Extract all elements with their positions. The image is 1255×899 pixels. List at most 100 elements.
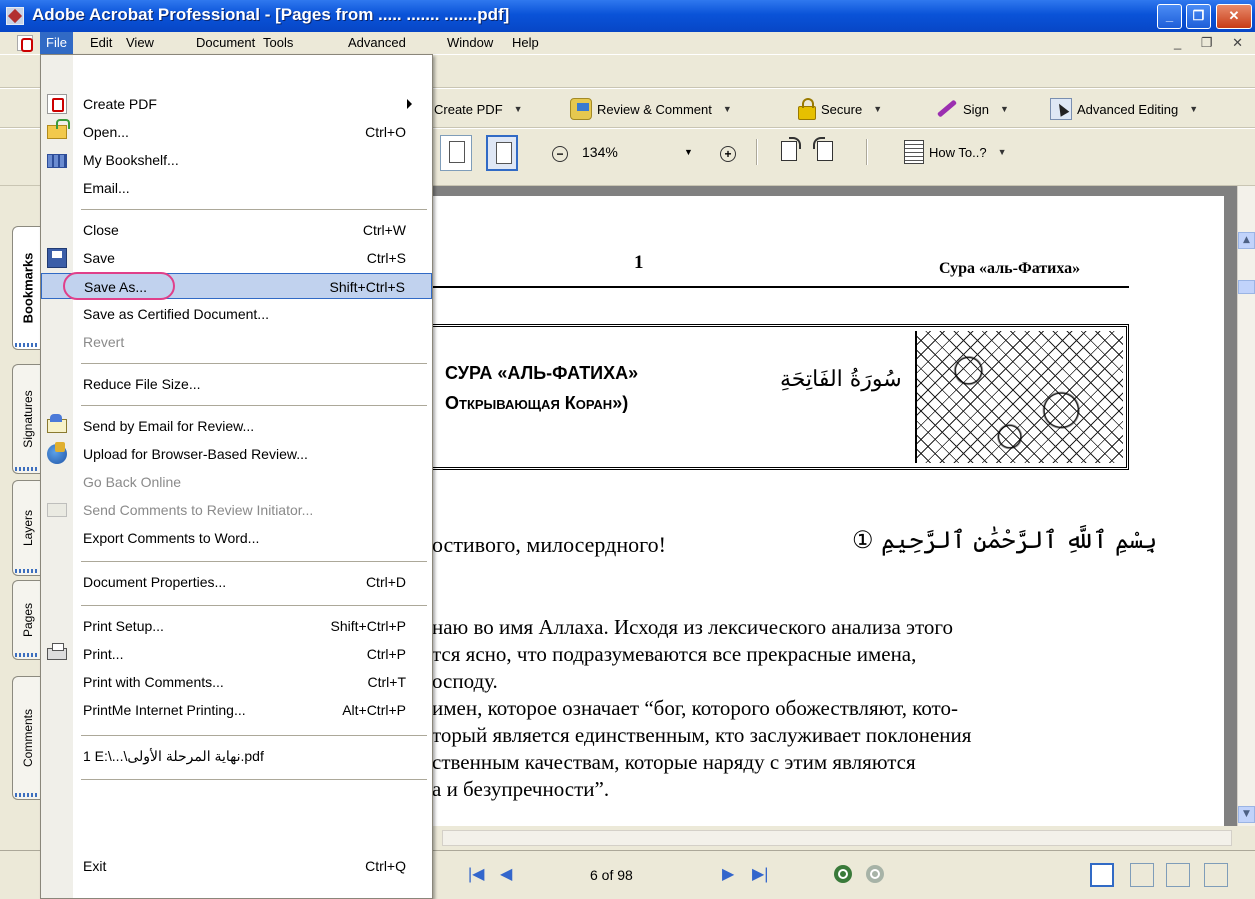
- acrobat-app-icon[interactable]: [6, 7, 24, 25]
- menu-item-label: Save: [83, 250, 115, 266]
- last-page-icon[interactable]: ▶|: [752, 865, 768, 885]
- vertical-scrollbar[interactable]: ▲ ▼: [1237, 186, 1255, 826]
- menu-item-save-as-certified[interactable]: Save as Certified Document...: [41, 301, 432, 327]
- menu-item-print-setup[interactable]: Print Setup... Shift+Ctrl+P: [41, 613, 432, 639]
- tab-signatures[interactable]: Signatures: [12, 364, 42, 474]
- previous-view-icon[interactable]: [834, 865, 852, 883]
- document-window-controls[interactable]: _ ❐ ✕: [1174, 32, 1251, 54]
- zoom-level-field[interactable]: 134%: [578, 141, 698, 163]
- tab-pages[interactable]: Pages: [12, 580, 42, 660]
- maximize-button[interactable]: ❐: [1186, 4, 1211, 29]
- facing-layout-icon[interactable]: [1204, 863, 1228, 887]
- menu-item-exit[interactable]: Exit Ctrl+Q: [41, 853, 432, 879]
- create-pdf-label: Create PDF: [434, 101, 503, 117]
- menu-document[interactable]: Document: [190, 32, 261, 54]
- tab-layers[interactable]: Layers: [12, 480, 42, 576]
- body-line: торый является единственным, кто заслужи…: [432, 723, 972, 747]
- zoom-in-icon[interactable]: +: [720, 146, 736, 162]
- secure-button[interactable]: Secure ▼: [798, 97, 882, 121]
- scroll-down-icon[interactable]: ▼: [1238, 806, 1255, 823]
- tab-comments-label: Comments: [20, 708, 35, 768]
- scroll-up-icon[interactable]: ▲: [1238, 232, 1255, 249]
- globe-upload-icon: [47, 442, 67, 464]
- next-page-icon[interactable]: ▶: [722, 865, 734, 885]
- menu-item-label: Document Properties...: [83, 574, 227, 590]
- lock-icon: [798, 98, 816, 120]
- menu-item-save[interactable]: Save Ctrl+S: [41, 245, 432, 271]
- menu-file[interactable]: File: [40, 32, 73, 54]
- menu-item-print[interactable]: Print... Ctrl+P: [41, 641, 432, 667]
- tab-grip-icon: [15, 793, 39, 797]
- menu-item-reduce-file-size[interactable]: Reduce File Size...: [41, 371, 432, 397]
- menu-item-label: Save As...: [84, 279, 148, 295]
- horizontal-scrollbar[interactable]: [442, 830, 1232, 846]
- menu-item-email[interactable]: Email...: [41, 175, 432, 201]
- previous-page-icon[interactable]: ◀: [500, 865, 512, 885]
- first-page-icon[interactable]: |◀: [468, 865, 484, 885]
- tab-grip-icon: [15, 467, 39, 471]
- scroll-thumb[interactable]: [1238, 280, 1255, 294]
- menu-item-print-with-comments[interactable]: Print with Comments... Ctrl+T: [41, 669, 432, 695]
- menu-item-open[interactable]: Open... Ctrl+O: [41, 119, 432, 145]
- menu-item-go-back-online: Go Back Online: [41, 469, 432, 495]
- tab-comments[interactable]: Comments: [12, 676, 42, 800]
- banner-arabic-title: سُورَةُ الفَاتِحَةِ: [780, 367, 902, 392]
- document-pdf-icon[interactable]: [17, 35, 33, 52]
- menu-item-printme[interactable]: PrintMe Internet Printing... Alt+Ctrl+P: [41, 697, 432, 723]
- single-page-layout-icon[interactable]: [1090, 863, 1114, 887]
- menu-item-recent-file[interactable]: 1 E:\...\نهاية المرحلة الأولى.pdf: [41, 743, 432, 769]
- send-comments-icon: [47, 503, 67, 517]
- menu-item-label: Print Setup...: [83, 618, 164, 634]
- menu-item-save-as[interactable]: Save As... Shift+Ctrl+S: [41, 272, 432, 300]
- menu-item-label: Save as Certified Document...: [83, 306, 269, 322]
- create-pdf-task-button[interactable]: Create PDF ▼: [434, 97, 523, 121]
- zoom-out-icon[interactable]: −: [552, 146, 568, 162]
- menu-separator: [81, 605, 427, 606]
- single-page-button[interactable]: [440, 135, 472, 171]
- menu-item-label: Exit: [83, 858, 107, 874]
- menu-help[interactable]: Help: [506, 32, 545, 54]
- rotate-counterclockwise-icon[interactable]: [812, 137, 838, 165]
- advanced-editing-button[interactable]: Advanced Editing ▼: [1050, 97, 1198, 121]
- review-comment-button[interactable]: Review & Comment ▼: [570, 97, 732, 121]
- menu-item-create-pdf[interactable]: Create PDF: [41, 91, 432, 117]
- file-menu: Create PDF Open... Ctrl+O My Bookshelf..…: [40, 54, 433, 899]
- tab-layers-label: Layers: [20, 509, 35, 547]
- page-indicator[interactable]: 6 of 98: [590, 863, 690, 887]
- minimize-button[interactable]: _: [1157, 4, 1182, 29]
- menu-item-label: Open...: [83, 124, 129, 140]
- fit-page-button[interactable]: [486, 135, 518, 171]
- menu-tools[interactable]: Tools: [257, 32, 299, 54]
- sign-button[interactable]: Sign ▼: [934, 97, 1009, 121]
- menu-item-send-email-review[interactable]: Send by Email for Review...: [41, 413, 432, 439]
- menu-item-export-comments[interactable]: Export Comments to Word...: [41, 525, 432, 551]
- menu-item-shortcut: Ctrl+P: [366, 646, 406, 662]
- menu-item-my-bookshelf[interactable]: My Bookshelf...: [41, 147, 432, 173]
- menu-item-upload-browser-review[interactable]: Upload for Browser-Based Review...: [41, 441, 432, 467]
- tab-bookmarks-label: Bookmarks: [20, 252, 35, 324]
- menu-item-label: Create PDF: [83, 96, 157, 112]
- menu-item-shortcut: Ctrl+O: [365, 124, 406, 140]
- menu-view[interactable]: View: [120, 32, 160, 54]
- menu-item-label: Export Comments to Word...: [83, 530, 260, 546]
- menu-advanced[interactable]: Advanced: [342, 32, 412, 54]
- next-view-icon[interactable]: [866, 865, 884, 883]
- dropdown-arrow-icon: ▼: [997, 147, 1007, 157]
- dropdown-arrow-icon: ▼: [513, 104, 523, 114]
- body-line: ственным качествам, которые наряду с эти…: [432, 750, 916, 774]
- menu-separator: [81, 209, 427, 210]
- continuous-facing-layout-icon[interactable]: [1166, 863, 1190, 887]
- close-button[interactable]: ✕: [1216, 4, 1252, 29]
- dropdown-arrow-icon: ▼: [1189, 104, 1199, 114]
- menu-edit[interactable]: Edit: [84, 32, 118, 54]
- how-to-label: How To..?: [929, 144, 987, 160]
- tab-bookmarks[interactable]: Bookmarks: [12, 226, 42, 350]
- zoom-dropdown-arrow-icon[interactable]: ▼: [684, 141, 693, 163]
- menu-item-document-properties[interactable]: Document Properties... Ctrl+D: [41, 569, 432, 595]
- menu-window[interactable]: Window: [441, 32, 499, 54]
- menu-item-close[interactable]: Close Ctrl+W: [41, 217, 432, 243]
- continuous-layout-icon[interactable]: [1130, 863, 1154, 887]
- rotate-clockwise-icon[interactable]: [776, 137, 802, 165]
- how-to-button[interactable]: How To..? ▼: [904, 140, 1007, 164]
- menu-item-label: 1 E:\...\نهاية المرحلة الأولى.pdf: [83, 748, 264, 764]
